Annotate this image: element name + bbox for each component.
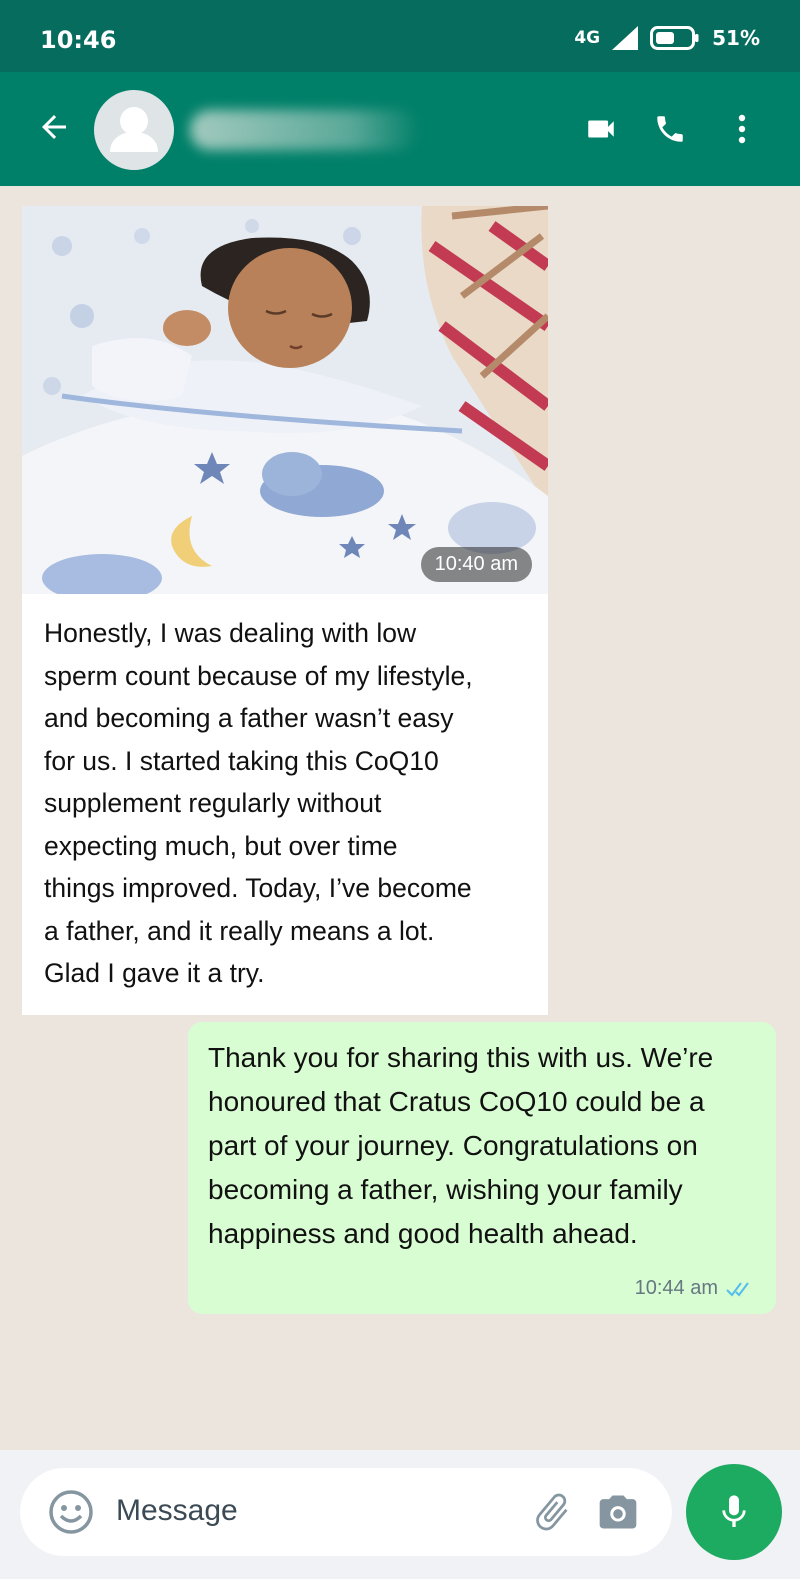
message-placeholder: Message [116,1494,238,1527]
message-input[interactable]: Message [20,1468,672,1556]
message-line: happiness and good health ahead. [208,1218,638,1249]
chat-header [0,72,800,186]
contact-avatar[interactable] [94,90,174,170]
message-line: supplement regularly without [44,788,382,818]
photo-timestamp: 10:40 am [420,547,532,582]
signal-icon [612,26,639,50]
outgoing-message[interactable]: Thank you for sharing this with us. We’r… [188,1022,776,1314]
outgoing-message-text: Thank you for sharing this with us. We’r… [208,1036,768,1256]
status-bar: 10:46 4G 51% [0,0,800,72]
message-line: part of your journey. Congratulations on [208,1130,698,1161]
message-line: becoming a father, wishing your family [208,1174,683,1205]
message-line: a father, and it really means a lot. [44,915,435,946]
message-line: Glad I gave it a try. [44,958,265,988]
message-line: honoured that Cratus CoQ10 could be a [208,1086,705,1117]
incoming-message[interactable]: 10:40 am Honestly, I was dealing with lo… [22,206,548,1015]
camera-icon[interactable] [596,1490,640,1534]
battery-percent: 51% [712,26,760,50]
video-call-icon[interactable] [584,112,618,146]
status-indicators: 4G 51% [574,26,760,50]
photo-illustration [22,206,548,594]
attach-icon[interactable] [530,1490,574,1534]
message-line: expecting much, but over time [44,830,398,861]
more-vert-icon[interactable] [728,112,756,146]
message-meta: 10:44 am [635,1277,754,1300]
incoming-message-text: Honestly, I was dealing with low sperm c… [22,594,548,1015]
phone-icon[interactable] [653,112,687,146]
message-line: Honestly, I was dealing with low [44,618,417,648]
message-line: for us. I started taking this CoQ10 [44,745,439,776]
battery-icon [650,26,699,50]
mic-button[interactable] [686,1464,782,1560]
emoji-icon[interactable] [48,1489,94,1535]
message-line: Thank you for sharing this with us. We’r… [208,1042,714,1073]
arrow-back-icon[interactable] [36,109,72,145]
message-timestamp: 10:44 am [634,1277,718,1299]
status-time: 10:46 [40,26,117,54]
message-line: and becoming a father wasn’t easy [44,703,454,733]
message-line: things improved. Today, I’ve become [44,873,472,903]
network-type: 4G [574,28,601,48]
composer-bar: Message [0,1450,800,1579]
mic-icon [722,1495,746,1527]
contact-name-blurred[interactable] [190,110,420,150]
double-check-read-icon [726,1281,749,1297]
message-line: sperm count because of my lifestyle, [44,660,473,691]
newborn-baby-photo[interactable]: 10:40 am [22,206,548,594]
default-avatar-icon [110,107,158,152]
